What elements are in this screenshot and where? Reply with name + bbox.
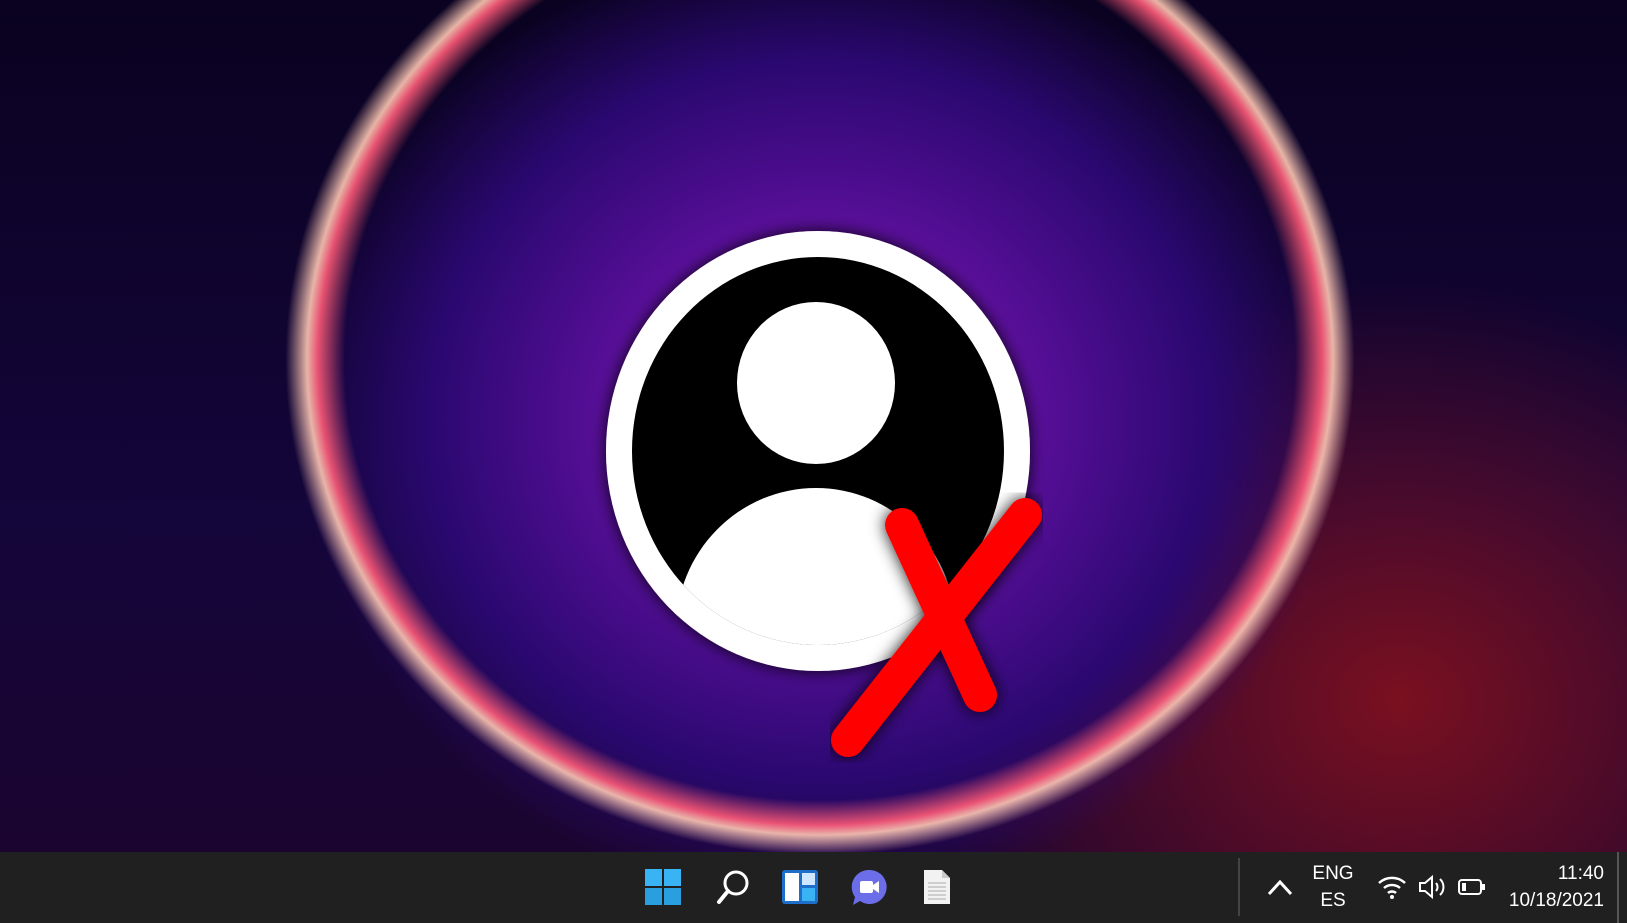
clock-date: 10/18/2021: [1508, 890, 1604, 911]
battery-button[interactable]: [1452, 864, 1492, 910]
search-icon: [717, 870, 749, 904]
chat-icon: [851, 869, 887, 905]
widgets-icon: [782, 870, 818, 904]
language-primary: ENG: [1312, 863, 1354, 884]
battery-icon: [1458, 879, 1485, 895]
volume-button[interactable]: [1412, 864, 1452, 910]
taskbar-separator: [1238, 858, 1240, 916]
clock[interactable]: 11:40 10/18/2021: [1500, 860, 1604, 914]
language-secondary: ES: [1320, 890, 1346, 911]
start-button[interactable]: [640, 864, 686, 910]
show-hidden-icons-button[interactable]: [1260, 864, 1300, 910]
start-icon: [645, 869, 681, 905]
show-desktop-button[interactable]: [1617, 852, 1619, 923]
clock-time: 11:40: [1557, 863, 1604, 884]
language-indicator[interactable]: ENG ES: [1305, 860, 1361, 914]
chevron-up-icon: [1267, 879, 1293, 896]
network-button[interactable]: [1372, 864, 1412, 910]
volume-icon: [1419, 874, 1445, 900]
no-user-account-icon: [606, 231, 1042, 757]
chat-button[interactable]: [846, 864, 892, 910]
search-button[interactable]: [710, 864, 756, 910]
widgets-button[interactable]: [777, 864, 823, 910]
notepad-icon: [924, 870, 950, 904]
taskbar: ENG ES 11:40 10/18/2021: [0, 852, 1627, 923]
notepad-button[interactable]: [914, 864, 960, 910]
wifi-icon: [1378, 876, 1406, 899]
